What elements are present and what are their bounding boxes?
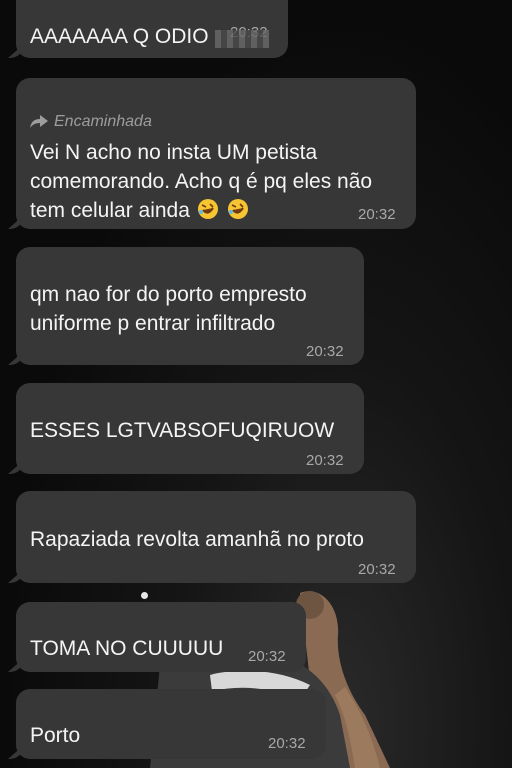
redaction-mark xyxy=(215,30,269,48)
message-bubble[interactable]: Porto 20:32 xyxy=(16,689,326,759)
message-timestamp: 20:32 xyxy=(306,343,344,360)
forward-arrow-icon xyxy=(30,115,48,128)
message-timestamp: 20:32 xyxy=(358,561,396,578)
message-text-line: tem celular ainda xyxy=(30,199,190,222)
forwarded-label: Encaminhada xyxy=(30,112,152,132)
message-text-line: Vei N acho no insta UM petista xyxy=(30,141,318,164)
message-timestamp: 20:32 xyxy=(306,452,344,469)
message-text: AAAAAAA Q ODIO xyxy=(30,25,209,48)
message-line-with-emoji: tem celular ainda xyxy=(30,196,249,225)
message-timestamp: 20:32 xyxy=(248,648,286,665)
rofl-emoji-icon xyxy=(227,199,248,219)
message-text: TOMA NO CUUUUU xyxy=(30,637,224,660)
message-bubble[interactable]: ESSES LGTVABSOFUQIRUOW 20:32 xyxy=(16,383,364,474)
message-text: ESSES LGTVABSOFUQIRUOW xyxy=(30,419,335,442)
forwarded-text: Encaminhada xyxy=(54,113,152,130)
message-text-line: qm nao for do porto empresto xyxy=(30,283,307,306)
message-text-line: uniforme p entrar infiltrado xyxy=(30,312,276,335)
message-bubble[interactable]: TOMA NO CUUUUU 20:32 xyxy=(16,602,306,672)
message-timestamp: 20:32 xyxy=(268,735,306,752)
message-bubble[interactable]: Encaminhada Vei N acho no insta UM petis… xyxy=(16,78,416,229)
message-bubble[interactable]: Rapaziada revolta amanhã no proto 20:32 xyxy=(16,491,416,583)
background-dot xyxy=(141,592,148,599)
message-text-line: comemorando. Acho q é pq eles não xyxy=(30,170,373,193)
message-text: Porto xyxy=(30,724,81,747)
message-bubble[interactable]: AAAAAAA Q ODIO 20:32 xyxy=(16,0,288,58)
message-text: Rapaziada revolta amanhã no proto xyxy=(30,528,364,551)
message-bubble[interactable]: qm nao for do porto empresto uniforme p … xyxy=(16,247,364,365)
message-timestamp: 20:32 xyxy=(358,206,396,223)
rofl-emoji-icon xyxy=(198,199,219,219)
